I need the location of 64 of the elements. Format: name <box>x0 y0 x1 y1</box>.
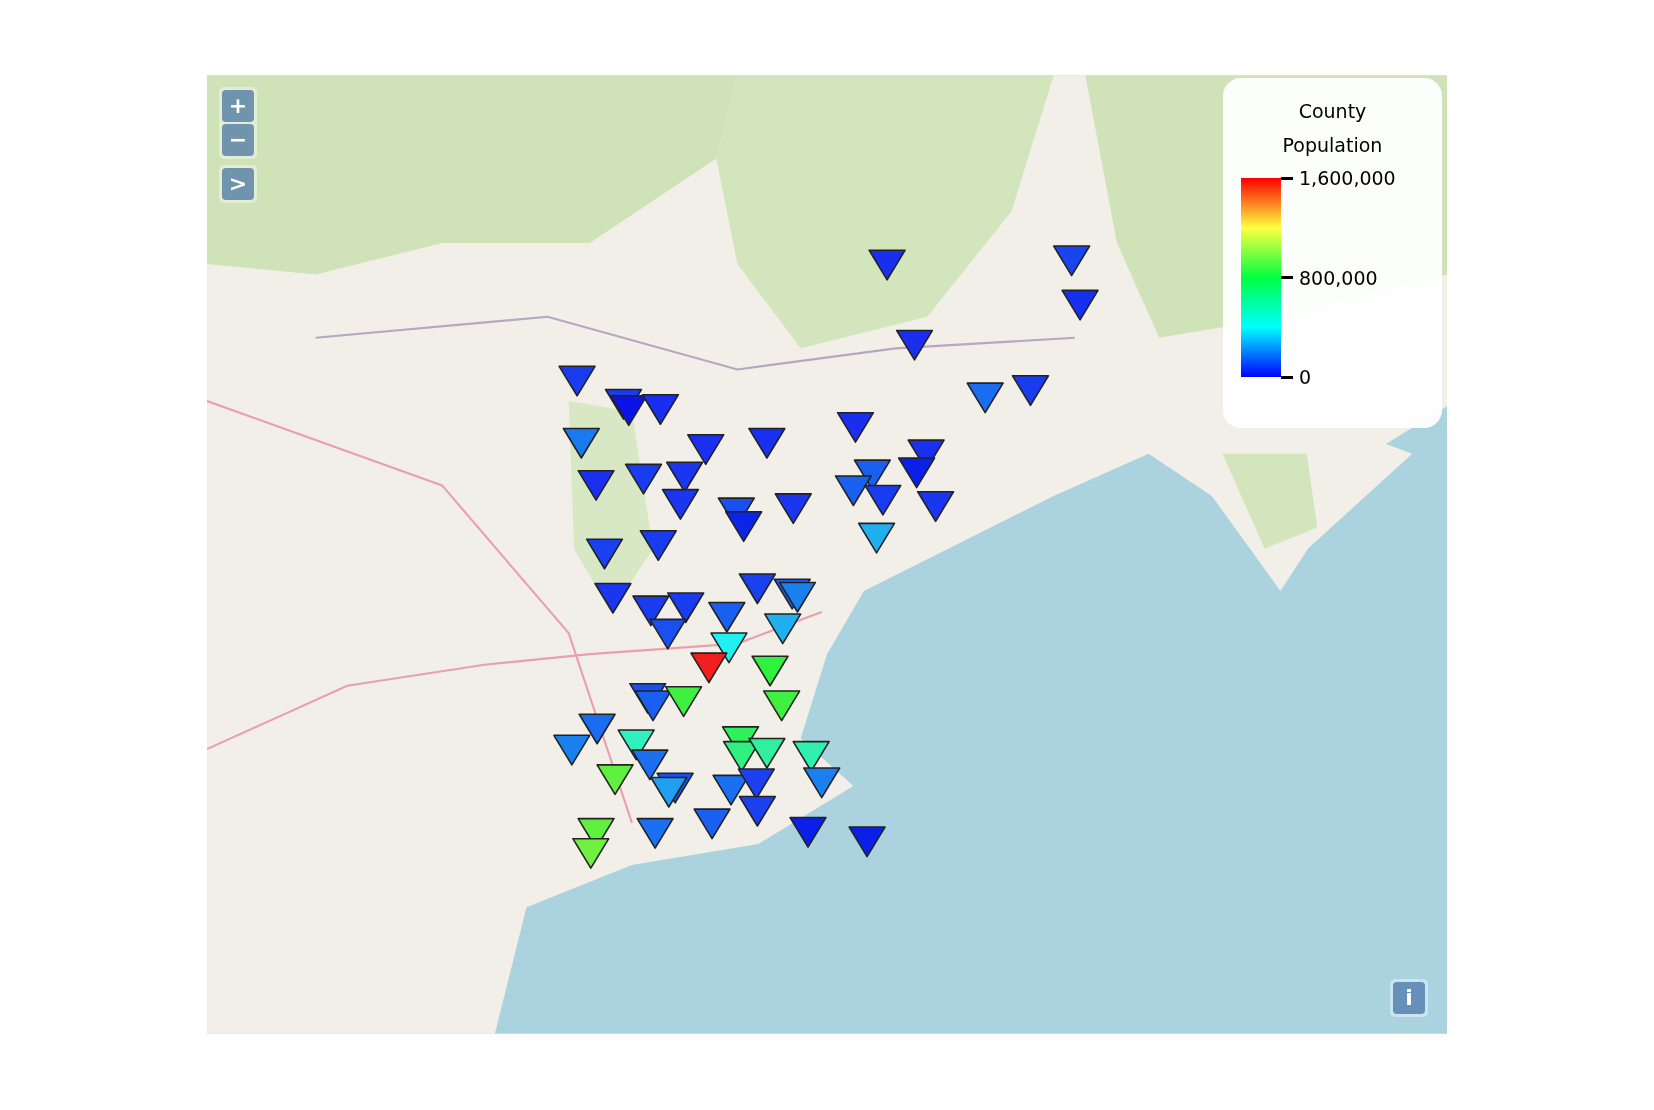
triangle-marker[interactable] <box>1052 245 1091 277</box>
triangle-marker[interactable] <box>725 511 763 543</box>
triangle-marker[interactable] <box>1061 289 1099 321</box>
triangle-marker[interactable] <box>585 538 624 570</box>
triangle-marker[interactable] <box>632 595 670 627</box>
triangle-marker[interactable] <box>748 427 786 459</box>
triangle-marker[interactable] <box>857 522 896 554</box>
triangle-marker[interactable] <box>636 817 674 849</box>
triangle-marker[interactable] <box>661 488 700 520</box>
triangle-marker[interactable] <box>916 490 955 523</box>
triangle-marker[interactable] <box>748 737 786 769</box>
tick-mark <box>1281 176 1293 180</box>
triangle-marker[interactable] <box>864 484 902 516</box>
triangle-marker[interactable] <box>834 475 873 507</box>
triangle-marker[interactable] <box>708 601 746 633</box>
triangle-marker[interactable] <box>650 776 688 808</box>
triangle-marker[interactable] <box>667 592 705 624</box>
tick-mark <box>1281 375 1293 379</box>
triangle-marker[interactable] <box>572 837 610 869</box>
triangle-marker[interactable] <box>641 393 680 426</box>
triangle-marker[interactable] <box>596 764 634 796</box>
triangle-marker[interactable] <box>738 795 777 827</box>
tick-mark <box>1281 276 1293 280</box>
triangle-marker[interactable] <box>624 463 663 495</box>
triangle-marker[interactable] <box>895 329 934 361</box>
triangle-marker[interactable] <box>803 767 841 799</box>
triangle-marker[interactable] <box>562 427 601 459</box>
triangle-marker[interactable] <box>778 581 817 613</box>
triangle-marker[interactable] <box>649 618 687 650</box>
triangle-marker[interactable] <box>836 411 875 443</box>
tick-label: 1,600,000 <box>1299 166 1396 192</box>
triangle-marker[interactable] <box>631 749 669 781</box>
triangle-marker[interactable] <box>738 573 777 605</box>
triangle-marker[interactable] <box>617 729 655 761</box>
triangle-marker[interactable] <box>577 469 615 501</box>
tick-label: 800,000 <box>1299 265 1378 291</box>
triangle-marker[interactable] <box>897 457 936 489</box>
triangle-marker[interactable] <box>690 652 728 684</box>
triangle-marker[interactable] <box>634 690 672 722</box>
triangle-marker[interactable] <box>751 655 789 687</box>
expand-button[interactable]: > <box>222 168 254 200</box>
triangle-marker[interactable] <box>762 690 801 722</box>
zoom-in-button[interactable]: + <box>222 90 254 122</box>
triangle-marker[interactable] <box>848 826 886 858</box>
triangle-marker[interactable] <box>774 493 812 525</box>
triangle-marker[interactable] <box>966 382 1004 414</box>
triangle-marker[interactable] <box>764 613 802 645</box>
triangle-marker[interactable] <box>610 395 648 427</box>
triangle-marker[interactable] <box>789 816 827 848</box>
triangle-marker[interactable] <box>639 530 677 562</box>
legend-title: County Population <box>1281 99 1384 159</box>
tick-label: 0 <box>1299 365 1312 391</box>
triangle-marker[interactable] <box>868 249 906 281</box>
triangle-marker[interactable] <box>687 434 725 466</box>
triangle-marker[interactable] <box>594 582 632 614</box>
triangle-marker[interactable] <box>693 808 731 840</box>
triangle-marker[interactable] <box>664 686 703 718</box>
triangle-marker[interactable] <box>553 734 591 766</box>
triangle-marker[interactable] <box>578 713 616 745</box>
info-button[interactable]: i <box>1393 982 1425 1014</box>
triangle-marker[interactable] <box>710 632 748 664</box>
triangle-marker[interactable] <box>1011 375 1050 407</box>
zoom-out-button[interactable]: − <box>222 124 254 156</box>
triangle-marker[interactable] <box>558 365 596 397</box>
